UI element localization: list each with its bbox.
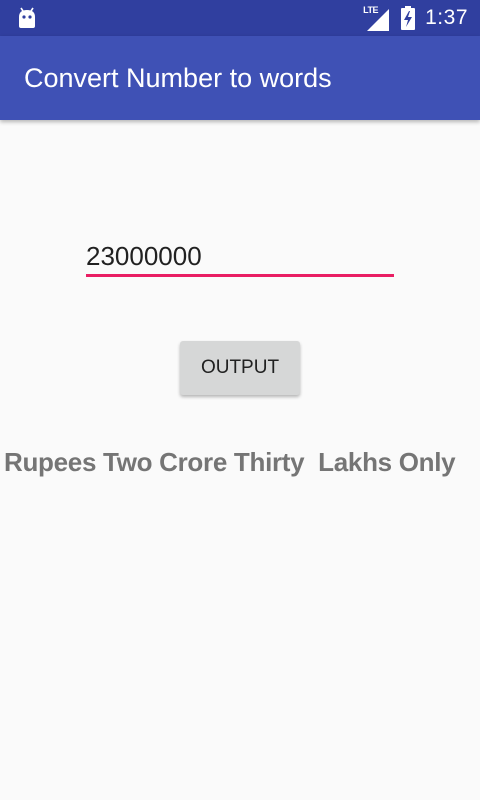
battery-charging-icon (401, 6, 416, 30)
status-icons: LTE 1:37 (363, 0, 468, 36)
result-text: Rupees Two Crore Thirty Lakhs Only (4, 447, 456, 477)
clock: 1:37 (425, 6, 468, 29)
lte-signal-icon: LTE (363, 5, 391, 31)
android-icon (16, 7, 38, 29)
app-bar: Convert Number to words (0, 36, 480, 120)
status-bar: LTE 1:37 (0, 0, 480, 36)
output-button[interactable]: OUTPUT (180, 341, 300, 395)
number-input[interactable] (86, 238, 394, 277)
app-title: Convert Number to words (24, 63, 332, 93)
